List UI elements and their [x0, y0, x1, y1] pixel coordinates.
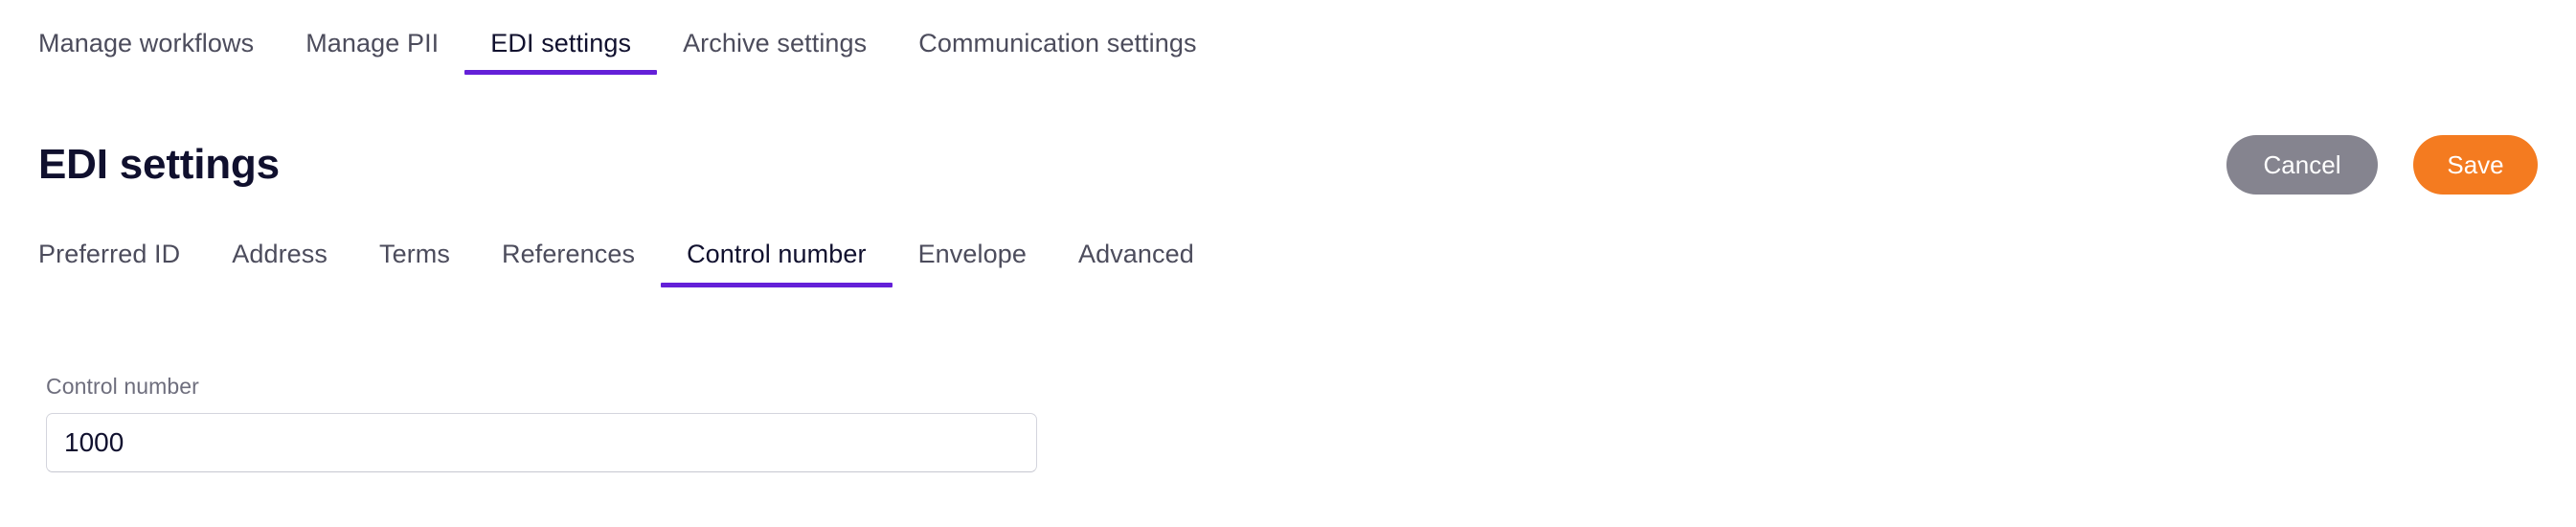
secondary-tab-bar: Preferred ID Address Terms References Co…	[38, 238, 1220, 287]
subtab-address[interactable]: Address	[206, 238, 353, 287]
tab-manage-workflows[interactable]: Manage workflows	[38, 27, 280, 75]
subtab-preferred-id[interactable]: Preferred ID	[38, 238, 206, 287]
tab-archive-settings[interactable]: Archive settings	[657, 27, 893, 75]
control-number-label: Control number	[46, 374, 199, 399]
page-title: EDI settings	[38, 141, 280, 188]
subtab-control-number[interactable]: Control number	[661, 238, 893, 287]
subtab-label: Control number	[687, 240, 867, 268]
tab-manage-pii[interactable]: Manage PII	[280, 27, 464, 75]
tab-label: Manage workflows	[38, 29, 255, 57]
save-button[interactable]: Save	[2413, 135, 2538, 195]
control-number-input[interactable]	[46, 413, 1037, 472]
subtab-label: Advanced	[1077, 240, 1194, 268]
primary-tab-bar: Manage workflows Manage PII EDI settings…	[38, 27, 1223, 75]
tab-communication-settings[interactable]: Communication settings	[893, 27, 1222, 75]
subtab-advanced[interactable]: Advanced	[1052, 238, 1220, 287]
subtab-label: Address	[232, 240, 328, 268]
subtab-references[interactable]: References	[476, 238, 661, 287]
tab-label: Archive settings	[683, 29, 868, 57]
page-header: EDI settings Cancel Save	[38, 132, 2538, 197]
tab-edi-settings[interactable]: EDI settings	[464, 27, 657, 75]
subtab-terms[interactable]: Terms	[353, 238, 476, 287]
subtab-label: Preferred ID	[38, 240, 181, 268]
subtab-label: Envelope	[917, 240, 1027, 268]
subtab-label: References	[502, 240, 636, 268]
cancel-button[interactable]: Cancel	[2226, 135, 2378, 195]
tab-label: Communication settings	[918, 29, 1197, 57]
edi-settings-page: Manage workflows Manage PII EDI settings…	[0, 0, 2576, 527]
subtab-label: Terms	[379, 240, 450, 268]
control-number-form: Control number	[46, 372, 1042, 472]
subtab-envelope[interactable]: Envelope	[893, 238, 1052, 287]
header-action-group: Cancel Save	[2226, 135, 2538, 195]
tab-label: EDI settings	[490, 29, 632, 57]
tab-label: Manage PII	[305, 29, 440, 57]
